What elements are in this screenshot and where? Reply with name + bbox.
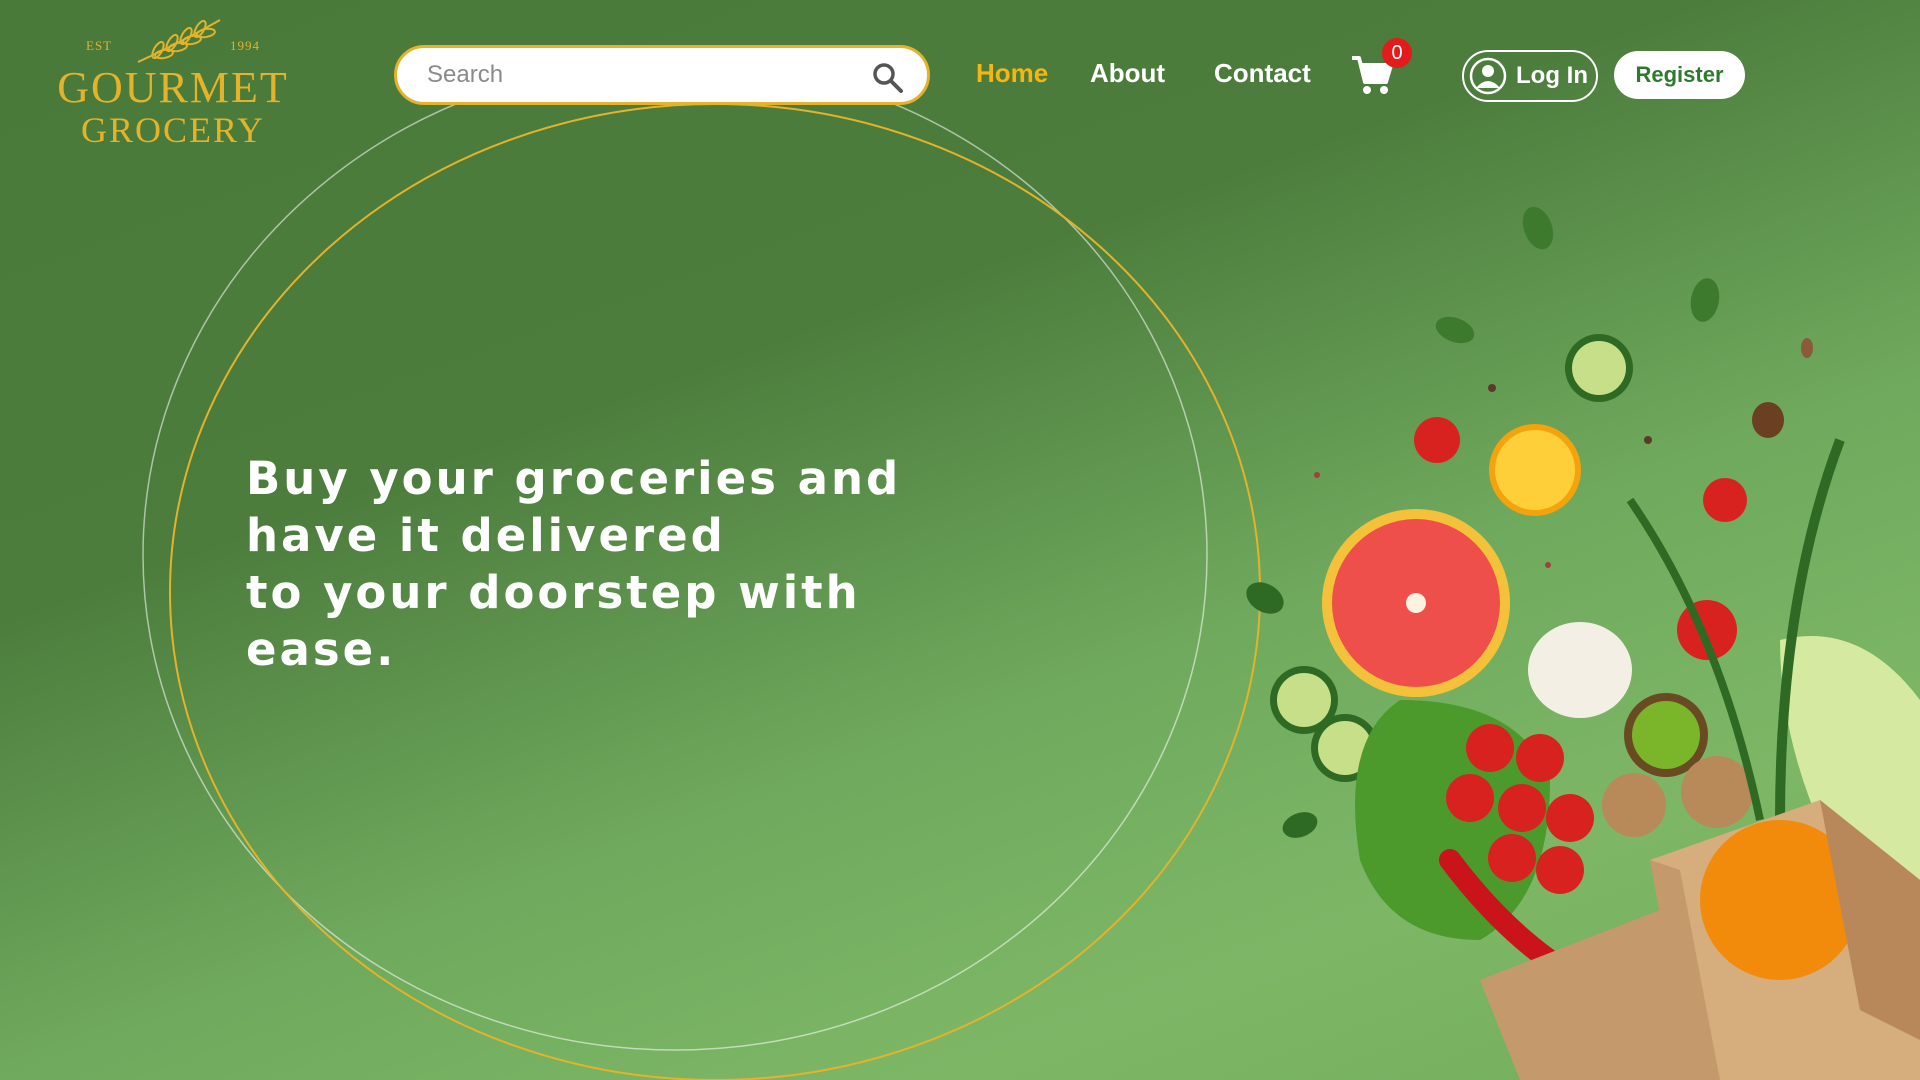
logo-year: 1994 — [230, 38, 260, 53]
logo-est: EST — [86, 38, 113, 53]
hero-line: Buy your groceries and — [246, 452, 902, 505]
search-icon[interactable] — [871, 61, 905, 95]
login-button[interactable]: Log In — [1462, 50, 1598, 102]
logo-name-line1: GOURMET — [57, 63, 289, 112]
hero-line: have it delivered — [246, 509, 726, 562]
search-input[interactable] — [425, 60, 849, 90]
hero-line: to your doorstep with — [246, 566, 861, 619]
wheat-icon — [137, 19, 221, 63]
user-icon — [1469, 57, 1507, 95]
cart-count-badge: 0 — [1382, 38, 1412, 68]
cart-button[interactable]: 0 — [1350, 38, 1412, 100]
login-label: Log In — [1516, 62, 1588, 89]
search-bar — [394, 45, 930, 105]
hero-line: ease. — [246, 623, 397, 676]
nav-contact-link[interactable]: Contact — [1214, 58, 1311, 89]
register-button[interactable]: Register — [1614, 51, 1745, 99]
hero-headline: Buy your groceries and have it delivered… — [246, 450, 946, 678]
grocery-bag-illustration — [1246, 206, 1920, 1080]
nav-home-link[interactable]: Home — [976, 58, 1048, 89]
brand-logo[interactable]: EST 1994 GOURMET GROCERY — [48, 14, 298, 154]
nav-about-link[interactable]: About — [1090, 58, 1165, 89]
logo-name-line2: GROCERY — [80, 110, 266, 150]
